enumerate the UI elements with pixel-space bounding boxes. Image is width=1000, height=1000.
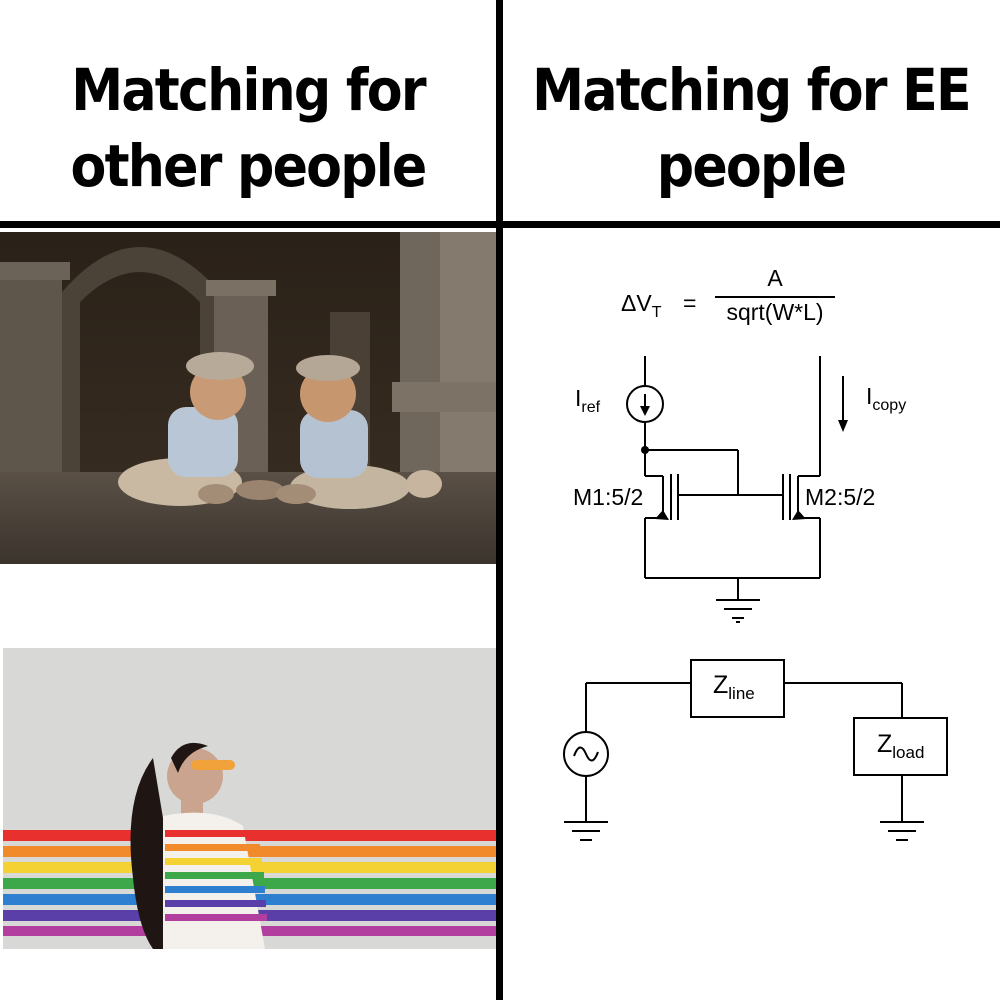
- zline-label: Zline: [713, 671, 755, 703]
- vertical-divider: [496, 0, 503, 1000]
- left-heading-line1: Matching for: [71, 56, 426, 124]
- right-heading-line1: Matching for EE: [532, 56, 971, 124]
- horizontal-divider: [0, 221, 1000, 228]
- schematic-panel: ΔVT = A sqrt(W*L) Iref Icopy M1:5/2 M2:5…: [563, 265, 948, 841]
- twin-babies-photo: [0, 232, 496, 564]
- icopy-label: Icopy: [866, 383, 906, 414]
- formula-lhs: ΔVT: [621, 290, 662, 321]
- formula-denominator: sqrt(W*L): [726, 299, 823, 325]
- left-heading: Matching for other people: [25, 52, 471, 204]
- zload-label: Zload: [877, 730, 924, 762]
- left-heading-line2: other people: [70, 132, 428, 200]
- right-heading-line2: people: [656, 132, 847, 200]
- rainbow-wall-photo: [3, 648, 496, 949]
- iref-label: Iref: [575, 385, 601, 416]
- right-heading: Matching for EE people: [528, 52, 974, 204]
- icopy-arrow: [838, 420, 848, 432]
- iref-arrow: [640, 406, 650, 416]
- junction-dot: [641, 446, 649, 454]
- m2-label: M2:5/2: [805, 484, 875, 510]
- formula-numerator: A: [767, 265, 783, 291]
- m1-label: M1:5/2: [573, 484, 643, 510]
- formula-equals: =: [683, 290, 696, 316]
